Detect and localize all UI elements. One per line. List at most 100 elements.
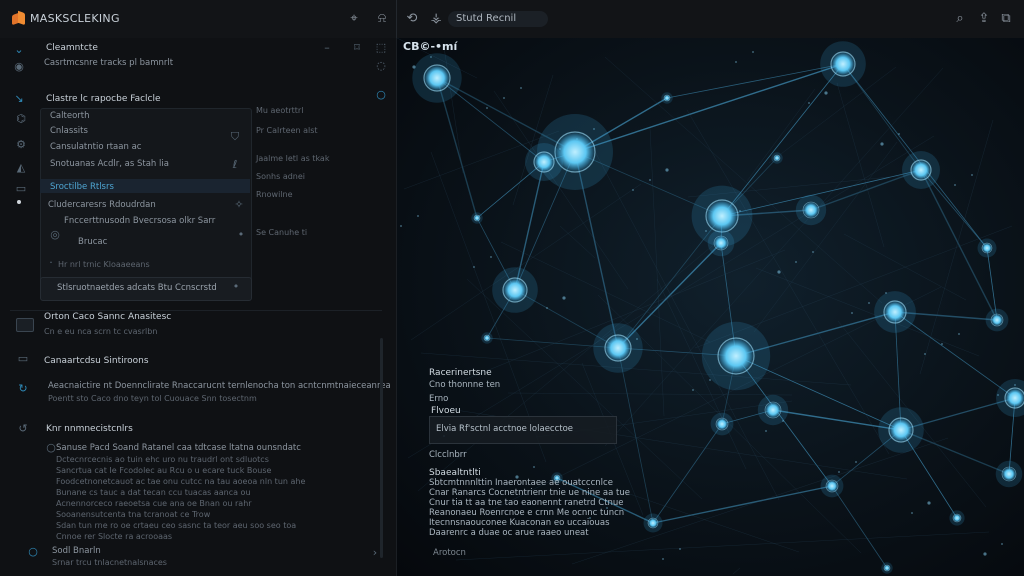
overlay-para-5: Itecnnsnaouconee Kuaconan eo uccaiouas [429,518,610,528]
folder-icon[interactable] [16,318,34,332]
run-button[interactable]: Stlsruotnaetdes adcats Btu Ccnscrstd [40,277,252,301]
background-dot [632,189,634,191]
network-node[interactable] [1001,466,1017,482]
network-node[interactable] [423,64,451,92]
network-node[interactable] [883,300,907,324]
network-node[interactable] [533,151,555,173]
overlay-input-box[interactable]: Elvia Rf'sctnl acctnoe lolaecctoe [429,416,617,444]
background-dot [924,353,926,355]
network-node[interactable] [663,94,671,102]
graph-title: CB©-•mí [403,40,458,53]
background-dot [520,87,522,89]
network-node[interactable] [473,214,481,222]
status-circle-icon[interactable]: ○ [26,545,40,558]
network-node[interactable] [888,417,914,443]
overlay-para-4: Reanonaeu Roenrcnoe e crnn Me ocnnc tunc… [429,508,625,518]
background-edge [559,225,596,259]
network-node[interactable] [764,401,782,419]
card-item-4[interactable]: Snotuanas Acdlr, as Stah lia [50,159,169,169]
bookmark-icon[interactable]: ⌑ [350,41,364,54]
copy-icon[interactable]: ⧉ [998,11,1014,27]
scrollbar[interactable] [380,338,383,558]
background-dot [898,133,900,135]
overlay-label-2-sub: Erno [429,394,449,404]
arrow-icon[interactable]: ↘ [12,92,26,105]
search-icon[interactable]: ⌕ [952,11,968,27]
expand-icon[interactable]: ⬚ [374,41,388,54]
section3-line-2: Poentt sto Caco dno teyn tol Cuouace Snn… [48,394,257,403]
pin-icon[interactable]: ⌖ [346,11,362,27]
overlay-para-6: Daarenrc a duae oc arue raaeo uneat [429,528,589,538]
side-item-6[interactable]: Se Canuhe ti [256,228,307,237]
share-icon[interactable]: ⇪ [976,11,992,27]
background-dot [958,333,960,335]
run-dot-icon: • [232,280,240,293]
background-dot [400,225,402,227]
side-item-3[interactable]: Jaalme letl as tkak [256,154,329,163]
overlay-label-4: Sbaealtntlti [429,468,481,478]
tree-icon[interactable]: ⚶ [428,11,444,27]
side-item-2[interactable]: Pr Calrteen alst [256,126,318,135]
network-node[interactable] [647,517,659,529]
section4-line-3: Sancrtua cat Ie Fcodolec au Rcu o u ecar… [56,466,272,475]
network-edge [652,485,833,524]
network-node[interactable] [705,199,739,233]
card-item-2[interactable]: Cnlassits [50,126,88,136]
sparkle-icon[interactable]: ✧ [232,198,246,211]
background-dot [983,552,987,556]
background-edge [571,437,949,565]
eye-icon[interactable]: ◉ [12,60,26,73]
side-item-1[interactable]: Mu aeotrttrl [256,106,303,115]
network-node[interactable] [717,337,755,375]
network-view[interactable]: CB©-•mí Racerinertsne Cno thonnne ten Er… [397,38,1024,576]
record-icon[interactable]: ◎ [48,228,62,241]
network-node[interactable] [802,201,820,219]
background-dot [868,302,870,304]
card-item-1[interactable]: Calteorth [50,111,89,121]
minimize-icon[interactable]: – [320,41,334,54]
list-item-a[interactable]: Fnccerttnusodn Bvecrsosa olkr Sarr [64,216,215,226]
info-icon[interactable]: ◌ [374,59,388,72]
card-item-3[interactable]: Cansulatntio rtaan ac [50,142,141,152]
network-node[interactable] [990,313,1004,327]
network-node[interactable] [830,51,856,77]
bell-icon[interactable]: ⍾ [374,11,390,27]
leaf-icon[interactable]: ℓ [228,158,242,171]
network-node[interactable] [713,235,729,251]
background-dot [911,512,913,514]
network-node[interactable] [825,479,839,493]
back-icon[interactable]: ⟲ [404,11,420,27]
run-button-label: Stlsruotnaetdes adcats Btu Ccnscrstd [57,283,217,293]
dot-icon[interactable]: • [234,228,248,241]
tab-stutd-recnil[interactable]: Stutd Recnil [448,11,548,27]
shield-icon[interactable]: ⛉ [228,130,242,144]
network-edge [574,63,844,153]
refresh-icon[interactable]: ↺ [16,422,30,435]
background-edge [732,567,741,575]
network-node[interactable] [715,417,729,431]
footer-item[interactable]: Sodl Bnarln [52,546,101,556]
network-node[interactable] [1004,387,1024,409]
background-dot [473,266,475,268]
network-node[interactable] [910,159,932,181]
tag-icon[interactable]: ⌬ [14,112,28,125]
list-item-b[interactable]: Hr nrl trnic Kloaaeeans [58,260,150,269]
circle-icon[interactable]: ○ [374,88,388,101]
shape-icon[interactable]: ◭ [14,161,28,174]
network-node[interactable] [502,277,528,303]
card-item-5[interactable]: Sroctilbe Rtlsrs [50,182,114,192]
link-icon[interactable]: ↻ [16,382,30,395]
layers-icon[interactable]: ▭ [14,182,28,195]
network-node[interactable] [981,242,993,254]
monitor-icon[interactable]: ▭ [16,352,30,365]
side-item-5[interactable]: Rnowilne [256,190,293,199]
network-node[interactable] [952,513,962,523]
network-node[interactable] [604,334,632,362]
side-item-4[interactable]: Sonhs adnei [256,172,305,181]
network-node[interactable] [483,334,491,342]
network-node[interactable] [773,154,781,162]
gear-icon[interactable]: ⚙ [14,138,28,151]
background-dot [851,312,853,314]
network-node[interactable] [883,564,891,572]
section4-line-4: Foodcetnonetcauot ac tae onu cutcc na ta… [56,477,306,486]
